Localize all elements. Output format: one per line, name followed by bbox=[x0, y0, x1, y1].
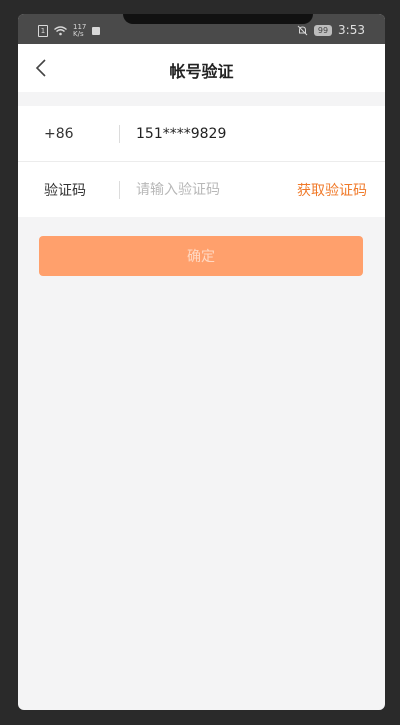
verification-code-input[interactable] bbox=[136, 181, 286, 198]
phone-device: 1 117 K/s 99 3:53 帐号验证 +86 151****9829 验… bbox=[0, 0, 400, 725]
verification-form: +86 151****9829 验证码 获取验证码 bbox=[18, 106, 385, 217]
network-speed-unit: K/s bbox=[73, 30, 84, 38]
sim-card-icon: 1 bbox=[38, 25, 48, 37]
page-title: 帐号验证 bbox=[169, 62, 234, 81]
confirm-button[interactable]: 确定 bbox=[39, 236, 363, 276]
field-divider bbox=[119, 180, 120, 199]
battery-icon: 99 bbox=[313, 24, 333, 36]
app-screen: 1 117 K/s 99 3:53 帐号验证 +86 151****9829 验… bbox=[18, 14, 385, 710]
wifi-icon bbox=[54, 26, 67, 36]
status-left-group: 1 117 K/s bbox=[38, 24, 101, 38]
bell-muted-icon bbox=[297, 25, 308, 36]
phone-row: +86 151****9829 bbox=[18, 106, 385, 161]
status-time: 3:53 bbox=[338, 23, 365, 37]
camera-notch bbox=[123, 14, 313, 24]
network-speed: 117 K/s bbox=[73, 24, 86, 38]
top-nav-bar: 帐号验证 bbox=[18, 44, 385, 92]
notification-icon bbox=[92, 27, 101, 35]
code-label: 验证码 bbox=[44, 182, 86, 199]
field-divider bbox=[119, 124, 120, 143]
country-code: +86 bbox=[44, 125, 74, 142]
get-code-button[interactable]: 获取验证码 bbox=[297, 180, 367, 200]
code-row: 验证码 获取验证码 bbox=[18, 161, 385, 217]
status-right-group: 99 3:53 bbox=[297, 23, 365, 37]
phone-number: 151****9829 bbox=[136, 125, 227, 142]
